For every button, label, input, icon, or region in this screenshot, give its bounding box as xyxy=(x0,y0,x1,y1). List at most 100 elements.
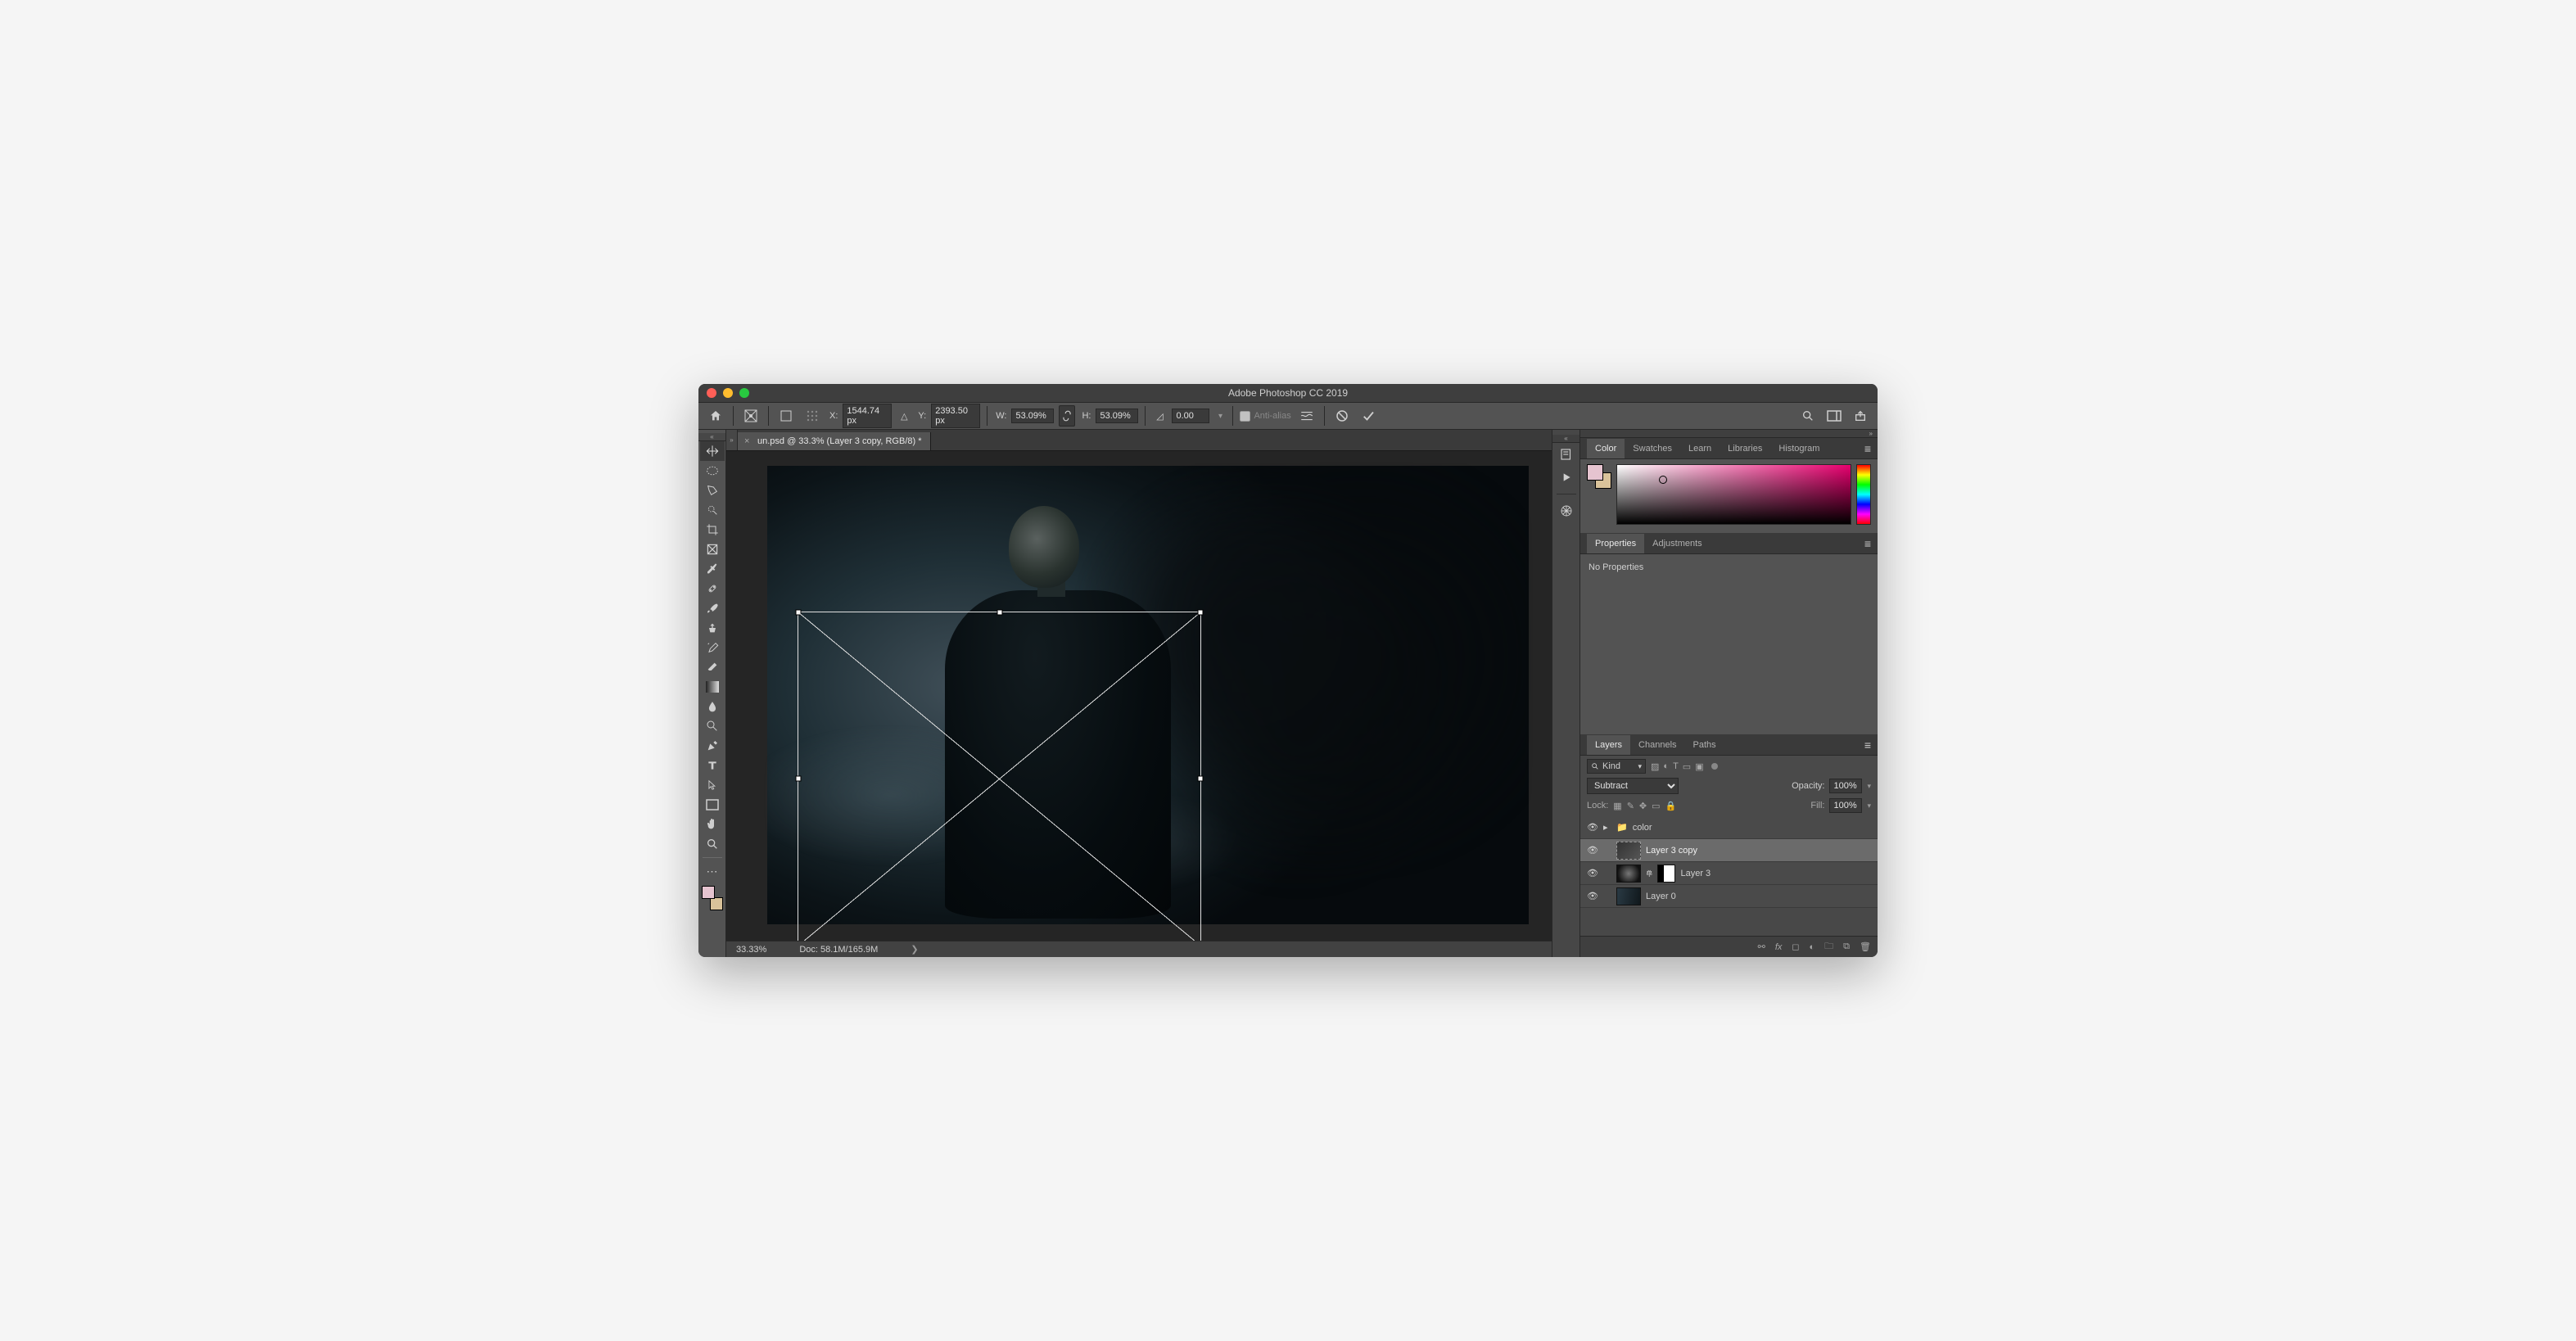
visibility-icon[interactable]: 👁 xyxy=(1587,868,1598,878)
expand-icon[interactable]: ▸ xyxy=(1603,822,1611,833)
tab-paths[interactable]: Paths xyxy=(1685,735,1724,755)
layer-item-group[interactable]: 👁 ▸ 📁 color xyxy=(1580,816,1878,839)
fill-field[interactable]: 100% xyxy=(1829,798,1862,813)
eyedropper-tool[interactable] xyxy=(700,559,725,579)
opacity-chevron-icon[interactable]: ▾ xyxy=(1867,782,1871,791)
antialias-checkbox[interactable]: Anti-alias xyxy=(1240,411,1290,422)
close-tab-icon[interactable]: × xyxy=(744,436,749,446)
canvas-area[interactable] xyxy=(726,451,1552,941)
edit-toolbar-icon[interactable]: ⋯ xyxy=(700,861,725,881)
lasso-tool[interactable] xyxy=(700,481,725,500)
brush-tool[interactable] xyxy=(700,598,725,618)
dodge-tool[interactable] xyxy=(700,716,725,736)
toolstrip-collapse[interactable]: « xyxy=(698,433,725,441)
panels-collapse[interactable]: » xyxy=(1580,430,1878,438)
layer-name[interactable]: Layer 0 xyxy=(1646,892,1676,901)
tab-properties[interactable]: Properties xyxy=(1587,534,1644,553)
x-field[interactable]: 1544.74 px xyxy=(843,404,892,428)
tab-channels[interactable]: Channels xyxy=(1630,735,1684,755)
document-tab[interactable]: × un.psd @ 33.3% (Layer 3 copy, RGB/8) * xyxy=(738,432,931,450)
filter-adjust-icon[interactable]: ◐ xyxy=(1663,761,1669,771)
layer-thumbnail[interactable] xyxy=(1616,887,1641,905)
move-tool[interactable] xyxy=(700,441,725,461)
tab-color[interactable]: Color xyxy=(1587,439,1625,458)
tab-layers[interactable]: Layers xyxy=(1587,735,1630,755)
adjustment-icon[interactable]: ◐ xyxy=(1810,942,1815,952)
link-mask-icon[interactable]: 𐄷 xyxy=(1646,868,1652,879)
panel-menu-icon[interactable]: ≡ xyxy=(1864,537,1871,550)
hue-strip[interactable] xyxy=(1856,464,1871,525)
tabbar-collapse[interactable]: » xyxy=(726,430,738,450)
lock-all-icon[interactable]: 🔒 xyxy=(1665,801,1677,811)
layer-mask-thumbnail[interactable] xyxy=(1657,865,1675,883)
angle-dropdown-icon[interactable]: ▾ xyxy=(1214,405,1226,427)
fx-icon[interactable]: fx xyxy=(1775,942,1783,952)
transform-origin-icon[interactable] xyxy=(740,405,762,427)
y-field[interactable]: 2393.50 px xyxy=(931,404,980,428)
clone-tool[interactable] xyxy=(700,618,725,638)
marquee-tool[interactable] xyxy=(700,461,725,481)
layer-item[interactable]: 👁 Layer 0 xyxy=(1580,885,1878,908)
opacity-field[interactable]: 100% xyxy=(1829,779,1862,793)
panel-menu-icon[interactable]: ≡ xyxy=(1864,738,1871,752)
tab-libraries[interactable]: Libraries xyxy=(1720,439,1770,458)
fill-chevron-icon[interactable]: ▾ xyxy=(1867,801,1871,810)
blur-tool[interactable] xyxy=(700,697,725,716)
zoom-tool[interactable] xyxy=(700,834,725,854)
color-swatches[interactable] xyxy=(700,886,725,910)
layer-kind-filter[interactable]: Kind▾ xyxy=(1587,759,1646,774)
visibility-icon[interactable]: 👁 xyxy=(1587,822,1598,833)
lock-paint-icon[interactable]: ✎ xyxy=(1627,801,1634,811)
visibility-icon[interactable]: 👁 xyxy=(1587,891,1598,901)
filter-shape-icon[interactable]: ▭ xyxy=(1683,761,1691,772)
home-icon[interactable] xyxy=(705,405,726,427)
filter-smart-icon[interactable]: ▣ xyxy=(1695,761,1703,772)
layer-name[interactable]: Layer 3 xyxy=(1680,869,1711,878)
filter-image-icon[interactable]: ▨ xyxy=(1651,761,1659,772)
window-maximize-button[interactable] xyxy=(739,388,749,398)
tab-learn[interactable]: Learn xyxy=(1680,439,1720,458)
tab-adjustments[interactable]: Adjustments xyxy=(1644,534,1711,553)
color-field[interactable] xyxy=(1616,464,1851,525)
hand-tool[interactable] xyxy=(700,815,725,834)
new-layer-icon[interactable]: ⧉ xyxy=(1843,941,1850,952)
healing-tool[interactable] xyxy=(700,579,725,598)
aspect-lock-icon[interactable] xyxy=(1059,405,1075,427)
history-panel-icon[interactable] xyxy=(1554,443,1579,466)
cancel-transform-icon[interactable] xyxy=(1331,405,1353,427)
panel-color-swatches[interactable] xyxy=(1587,464,1611,489)
window-close-button[interactable] xyxy=(707,388,716,398)
delete-layer-icon[interactable]: 🗑 xyxy=(1860,941,1871,952)
window-minimize-button[interactable] xyxy=(723,388,733,398)
tab-histogram[interactable]: Histogram xyxy=(1770,439,1828,458)
reference-point-icon[interactable] xyxy=(775,405,797,427)
layer-item[interactable]: 👁 𐄷 Layer 3 xyxy=(1580,862,1878,885)
warp-mode-icon[interactable] xyxy=(1296,405,1317,427)
pen-tool[interactable] xyxy=(700,736,725,756)
layer-thumbnail[interactable] xyxy=(1616,865,1641,883)
commit-transform-icon[interactable] xyxy=(1358,405,1379,427)
layer-item[interactable]: 👁 Layer 3 copy xyxy=(1580,839,1878,862)
workspace-icon[interactable] xyxy=(1824,405,1845,427)
type-tool[interactable] xyxy=(700,756,725,775)
h-field[interactable]: 53.09% xyxy=(1096,409,1138,423)
eraser-tool[interactable] xyxy=(700,657,725,677)
zoom-level[interactable]: 33.33% xyxy=(736,945,766,955)
link-layers-icon[interactable]: ⚯ xyxy=(1758,941,1765,952)
group-icon[interactable]: 🗀 xyxy=(1824,939,1833,955)
dock-collapse[interactable]: « xyxy=(1552,435,1579,443)
panel-menu-icon[interactable]: ≡ xyxy=(1864,442,1871,455)
mask-icon[interactable]: ◻ xyxy=(1792,941,1799,952)
crop-tool[interactable] xyxy=(700,520,725,540)
layer-thumbnail[interactable] xyxy=(1616,842,1641,860)
status-chevron-icon[interactable]: ❯ xyxy=(911,944,918,955)
lock-artboard-icon[interactable]: ▭ xyxy=(1652,801,1660,811)
w-field[interactable]: 53.09% xyxy=(1011,409,1054,423)
layer-name[interactable]: color xyxy=(1633,823,1652,833)
actions-panel-icon[interactable] xyxy=(1554,466,1579,489)
shape-tool[interactable] xyxy=(700,795,725,815)
blend-mode-dropdown[interactable]: Subtract xyxy=(1587,778,1679,794)
frame-tool[interactable] xyxy=(700,540,725,559)
history-brush-tool[interactable] xyxy=(700,638,725,657)
reference-grid-icon[interactable] xyxy=(802,405,823,427)
